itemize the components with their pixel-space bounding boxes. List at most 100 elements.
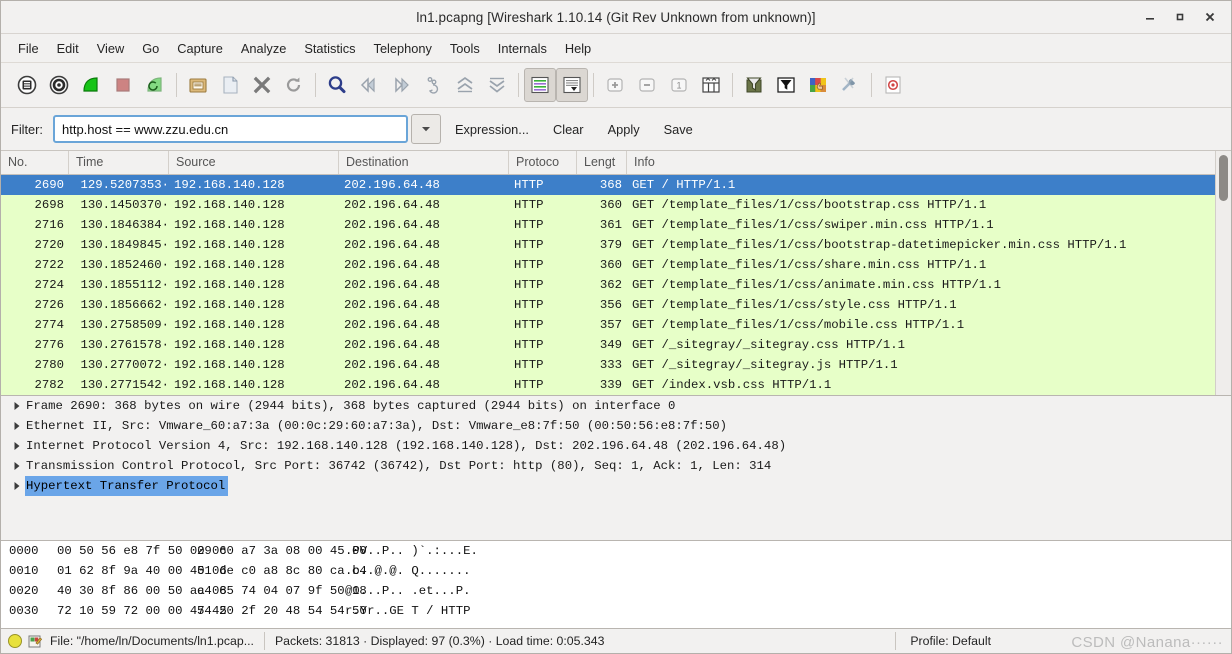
packet-cell-src: 192.168.140.128 bbox=[174, 358, 285, 372]
filter-save-button[interactable]: Save bbox=[654, 118, 703, 141]
packet-bytes-pane[interactable]: 0000 00 50 56 e8 7f 50 00 0c 29 60 a7 3a 0… bbox=[1, 541, 1231, 629]
hex-row[interactable]: 0020 40 30 8f 86 00 50 aa 08 c4 65 74 04 0… bbox=[1, 581, 1231, 601]
expand-triangle-icon[interactable] bbox=[9, 461, 25, 471]
packet-cell-len: 361 bbox=[599, 218, 622, 232]
zoom-out-icon[interactable] bbox=[631, 68, 663, 102]
menu-tools[interactable]: Tools bbox=[441, 37, 489, 60]
packet-row[interactable]: 2722 130.1852460· 192.168.140.128 202.196.6… bbox=[1, 255, 1231, 275]
filter-input[interactable] bbox=[53, 115, 408, 143]
packet-row[interactable]: 2774 130.2758509· 192.168.140.128 202.196.6… bbox=[1, 315, 1231, 335]
column-header-time[interactable]: Time bbox=[69, 151, 169, 174]
packet-cell-no: 2724 bbox=[34, 278, 64, 292]
detail-row[interactable]: Hypertext Transfer Protocol bbox=[1, 476, 1231, 496]
menu-capture[interactable]: Capture bbox=[168, 37, 232, 60]
help-contents-icon[interactable] bbox=[877, 68, 909, 102]
packet-cell-dst: 202.196.64.48 bbox=[344, 378, 440, 392]
autoscroll-icon[interactable] bbox=[556, 68, 588, 102]
packet-cell-len: 339 bbox=[599, 378, 622, 392]
coloring-rules-icon[interactable] bbox=[802, 68, 834, 102]
column-header-protoco[interactable]: Protoco bbox=[509, 151, 577, 174]
column-header-destination[interactable]: Destination bbox=[339, 151, 509, 174]
menu-statistics[interactable]: Statistics bbox=[295, 37, 364, 60]
zoom-in-icon[interactable] bbox=[599, 68, 631, 102]
go-back-icon[interactable] bbox=[353, 68, 385, 102]
packet-row[interactable]: 2780 130.2770072· 192.168.140.128 202.196.6… bbox=[1, 355, 1231, 375]
column-header-no[interactable]: No. bbox=[1, 151, 69, 174]
packet-list-body[interactable]: 2690 129.5207353· 192.168.140.128 202.196.6… bbox=[1, 175, 1231, 395]
find-packet-icon[interactable] bbox=[321, 68, 353, 102]
packet-row[interactable]: 2724 130.1855112· 192.168.140.128 202.196.6… bbox=[1, 275, 1231, 295]
filter-history-dropdown[interactable] bbox=[411, 114, 441, 144]
packet-row[interactable]: 2726 130.1856662· 192.168.140.128 202.196.6… bbox=[1, 295, 1231, 315]
reload-file-icon[interactable] bbox=[278, 68, 310, 102]
packet-row[interactable]: 2776 130.2761578· 192.168.140.128 202.196.6… bbox=[1, 335, 1231, 355]
detail-row[interactable]: Frame 2690: 368 bytes on wire (2944 bits… bbox=[1, 396, 1231, 416]
close-icon[interactable] bbox=[1195, 2, 1225, 32]
packet-detail-pane[interactable]: Frame 2690: 368 bytes on wire (2944 bits… bbox=[1, 396, 1231, 541]
expand-triangle-icon[interactable] bbox=[9, 441, 25, 451]
go-forward-icon[interactable] bbox=[385, 68, 417, 102]
hex-row[interactable]: 0000 00 50 56 e8 7f 50 00 0c 29 60 a7 3a 0… bbox=[1, 541, 1231, 561]
restart-capture-icon[interactable] bbox=[139, 68, 171, 102]
resize-columns-icon[interactable] bbox=[695, 68, 727, 102]
go-first-packet-icon[interactable] bbox=[449, 68, 481, 102]
detail-row[interactable]: Ethernet II, Src: Vmware_60:a7:3a (00:0c… bbox=[1, 416, 1231, 436]
detail-row[interactable]: Transmission Control Protocol, Src Port:… bbox=[1, 456, 1231, 476]
expand-triangle-icon[interactable] bbox=[9, 401, 25, 411]
filter-apply-button[interactable]: Apply bbox=[598, 118, 650, 141]
packet-list-scrollbar-thumb[interactable] bbox=[1219, 155, 1228, 201]
expand-triangle-icon[interactable] bbox=[9, 421, 25, 431]
filter-clear-button[interactable]: Clear bbox=[543, 118, 594, 141]
expert-info-icon bbox=[8, 634, 22, 648]
menu-internals[interactable]: Internals bbox=[489, 37, 556, 60]
column-header-source[interactable]: Source bbox=[169, 151, 339, 174]
packet-cell-no: 2780 bbox=[34, 358, 64, 372]
status-profile-label[interactable]: Profile: Default bbox=[910, 634, 991, 648]
hex-row[interactable]: 0030 72 10 59 72 00 00 47 45 54 20 2f 20 4… bbox=[1, 601, 1231, 621]
packet-row[interactable]: 2782 130.2771542· 192.168.140.128 202.196.6… bbox=[1, 375, 1231, 395]
capture-filters-icon[interactable] bbox=[738, 68, 770, 102]
window-controls bbox=[1135, 1, 1225, 33]
colorize-icon[interactable] bbox=[524, 68, 556, 102]
preferences-icon[interactable] bbox=[834, 68, 866, 102]
capture-options-icon[interactable] bbox=[43, 68, 75, 102]
save-file-icon[interactable] bbox=[214, 68, 246, 102]
packet-row[interactable]: 2698 130.1450370· 192.168.140.128 202.196.6… bbox=[1, 195, 1231, 215]
expert-info-indicator[interactable] bbox=[8, 634, 42, 649]
menu-file[interactable]: File bbox=[9, 37, 48, 60]
packet-cell-len: 360 bbox=[599, 258, 622, 272]
packet-row[interactable]: 2716 130.1846384· 192.168.140.128 202.196.6… bbox=[1, 215, 1231, 235]
go-to-packet-icon[interactable] bbox=[417, 68, 449, 102]
packet-cell-len: 379 bbox=[599, 238, 622, 252]
toolbar-separator bbox=[593, 73, 594, 97]
zoom-reset-icon[interactable]: 1 bbox=[663, 68, 695, 102]
menu-go[interactable]: Go bbox=[133, 37, 168, 60]
detail-row[interactable]: Internet Protocol Version 4, Src: 192.16… bbox=[1, 436, 1231, 456]
menu-telephony[interactable]: Telephony bbox=[365, 37, 441, 60]
expand-triangle-icon[interactable] bbox=[9, 481, 25, 491]
go-last-packet-icon[interactable] bbox=[481, 68, 513, 102]
close-file-icon[interactable] bbox=[246, 68, 278, 102]
packet-list-scrollbar[interactable] bbox=[1215, 151, 1231, 395]
menu-help[interactable]: Help bbox=[556, 37, 600, 60]
menu-view[interactable]: View bbox=[88, 37, 134, 60]
filter-expression-button[interactable]: Expression... bbox=[445, 118, 539, 141]
column-header-info[interactable]: Info bbox=[627, 151, 1217, 174]
stop-capture-icon[interactable] bbox=[107, 68, 139, 102]
open-file-icon[interactable] bbox=[182, 68, 214, 102]
maximize-icon[interactable] bbox=[1165, 2, 1195, 32]
packet-cell-proto: HTTP bbox=[514, 338, 544, 352]
minimize-icon[interactable] bbox=[1135, 2, 1165, 32]
hex-offset: 0000 bbox=[9, 544, 39, 558]
packet-row[interactable]: 2690 129.5207353· 192.168.140.128 202.196.6… bbox=[1, 175, 1231, 195]
hex-ascii: r.Yr..GE T / HTTP bbox=[345, 604, 471, 618]
menu-analyze[interactable]: Analyze bbox=[232, 37, 296, 60]
packet-row[interactable]: 2720 130.1849845· 192.168.140.128 202.196.6… bbox=[1, 235, 1231, 255]
main-toolbar: 1 bbox=[1, 63, 1231, 108]
interfaces-icon[interactable] bbox=[11, 68, 43, 102]
start-capture-icon[interactable] bbox=[75, 68, 107, 102]
menu-edit[interactable]: Edit bbox=[48, 37, 88, 60]
hex-row[interactable]: 0010 01 62 8f 9a 40 00 40 06 51 de c0 a8 8… bbox=[1, 561, 1231, 581]
display-filters-icon[interactable] bbox=[770, 68, 802, 102]
column-header-lengt[interactable]: Lengt bbox=[577, 151, 627, 174]
